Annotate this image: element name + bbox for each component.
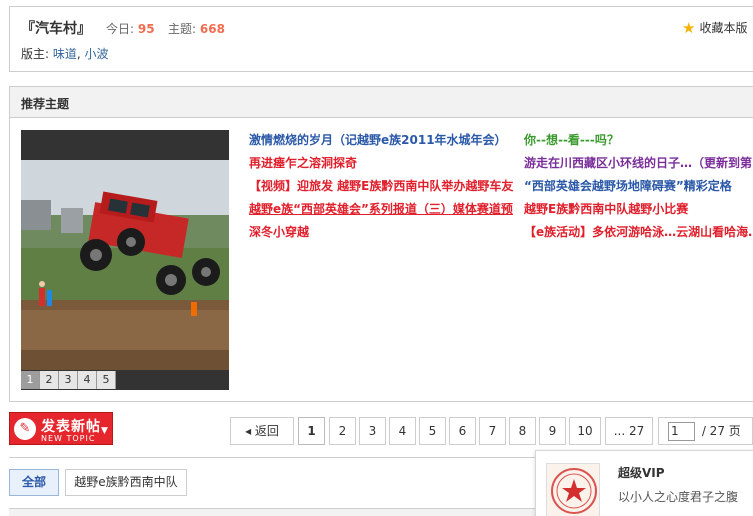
page-link-current[interactable]: 1 bbox=[298, 417, 325, 445]
list-item: 你--想--看---吗？ bbox=[524, 129, 753, 152]
recommended-title: 推荐主题 bbox=[10, 87, 753, 118]
list-item: “西部英雄会越野场地障碍赛”精彩定格 bbox=[524, 175, 753, 198]
avatar[interactable] bbox=[546, 463, 600, 516]
page-jump: 1 / 27 页 bbox=[658, 417, 753, 445]
page-link[interactable]: 3 bbox=[359, 417, 386, 445]
slide-dot[interactable]: 2 bbox=[40, 371, 59, 389]
moderators: 版主: 味道, 小波 bbox=[21, 45, 109, 62]
list-item: 【e族活动】多依河游哈泳…云湖山看哈海… bbox=[524, 221, 753, 244]
slider-pagination: 1 2 3 4 5 bbox=[21, 371, 116, 389]
favorite-label: 收藏本版 bbox=[699, 21, 748, 35]
list-item: 深冬小穿越 bbox=[249, 221, 513, 244]
topic-link[interactable]: 激情燃烧的岁月（记越野e族2011年水城年会） bbox=[249, 133, 507, 147]
today-label: 今日: bbox=[106, 22, 135, 36]
forum-header: 『汽车村』 今日: 95 主题: 668 版主: 味道, 小波 ★ 收藏本版 bbox=[9, 6, 753, 72]
page-link[interactable]: 6 bbox=[449, 417, 476, 445]
page-link[interactable]: 4 bbox=[389, 417, 416, 445]
filter-tag-tab[interactable]: 越野e族黔西南中队 bbox=[65, 469, 187, 496]
topic-link[interactable]: 你--想--看---吗？ bbox=[524, 133, 619, 147]
slide-dot[interactable]: 5 bbox=[97, 371, 116, 389]
page-link-last[interactable]: ... 27 bbox=[605, 417, 653, 445]
offroad-jeep-image bbox=[21, 160, 229, 370]
slide-dot[interactable]: 1 bbox=[21, 371, 40, 389]
page-link[interactable]: 10 bbox=[569, 417, 601, 445]
image-slider[interactable]: 1 2 3 4 5 bbox=[21, 130, 229, 390]
slide-dot[interactable]: 4 bbox=[78, 371, 97, 389]
user-card: 超级VIP 以小人之心度君子之腹 bbox=[535, 450, 753, 516]
favorite-button[interactable]: ★ 收藏本版 bbox=[682, 19, 747, 37]
divider bbox=[9, 457, 539, 458]
list-item: 再进瘗乍之溶洞探奇 bbox=[249, 152, 513, 175]
new-topic-label: 发表新帖 bbox=[41, 419, 101, 435]
list-item: 【视频】迎旅发 越野E族黔西南中队举办越野车友 bbox=[249, 175, 513, 198]
topics-count: 668 bbox=[199, 22, 225, 36]
chevron-down-icon: ▼ bbox=[101, 426, 108, 436]
today-count: 95 bbox=[137, 22, 155, 36]
topic-link[interactable]: 越野E族黔西南中队越野小比赛 bbox=[524, 202, 688, 216]
new-topic-button[interactable]: ✎ 发表新帖 NEW TOPIC ▼ bbox=[9, 412, 113, 445]
list-item: 游走在川西藏区小环线的日子…（更新到第 bbox=[524, 152, 753, 175]
user-level: 超级VIP bbox=[618, 466, 665, 480]
topic-link[interactable]: 【视频】迎旅发 越野E族黔西南中队举办越野车友 bbox=[249, 179, 513, 193]
list-item: 激情燃烧的岁月（记越野e族2011年水城年会） bbox=[249, 129, 513, 152]
topic-link[interactable]: 【e族活动】多依河游哈泳…云湖山看哈海… bbox=[524, 225, 753, 239]
page-input[interactable]: 1 bbox=[668, 422, 695, 441]
topic-link[interactable]: 再进瘗乍之溶洞探奇 bbox=[249, 156, 357, 170]
slider-photo[interactable] bbox=[21, 160, 229, 370]
topic-link[interactable]: 越野e族“西部英雄会”系列报道（三）媒体赛道预 bbox=[249, 202, 513, 216]
topic-link[interactable]: “西部英雄会越野场地障碍赛”精彩定格 bbox=[524, 179, 732, 193]
moderators-label: 版主: bbox=[21, 47, 50, 61]
page-link[interactable]: 9 bbox=[539, 417, 566, 445]
moderators-separator: , bbox=[76, 47, 81, 61]
page-link[interactable]: 5 bbox=[419, 417, 446, 445]
page-link[interactable]: 2 bbox=[329, 417, 356, 445]
pen-icon: ✎ bbox=[14, 418, 36, 440]
page-link[interactable]: 8 bbox=[509, 417, 536, 445]
thread-list-header bbox=[9, 508, 539, 516]
recommended-list-left: 激情燃烧的岁月（记越野e族2011年水城年会） 再进瘗乍之溶洞探奇 【视频】迎旅… bbox=[249, 129, 513, 244]
today-stat: 今日: 95 bbox=[106, 20, 155, 37]
back-arrow-icon: ◂ bbox=[245, 424, 252, 438]
list-item: 越野e族“西部英雄会”系列报道（三）媒体赛道预 bbox=[249, 198, 513, 221]
topics-stat: 主题: 668 bbox=[168, 20, 225, 37]
recommended-list-right: 你--想--看---吗？ 游走在川西藏区小环线的日子…（更新到第 “西部英雄会越… bbox=[524, 129, 753, 244]
list-item: 越野E族黔西南中队越野小比赛 bbox=[524, 198, 753, 221]
topic-link[interactable]: 游走在川西藏区小环线的日子…（更新到第 bbox=[524, 156, 752, 170]
page-total: / 27 页 bbox=[701, 424, 741, 438]
topics-label: 主题: bbox=[168, 22, 197, 36]
moderator-link[interactable]: 味道 bbox=[53, 47, 77, 61]
recommended-panel: 推荐主题 1 2 3 4 5 激情燃烧的岁月（记越野e族2011年水城年会） 再… bbox=[9, 86, 753, 402]
new-topic-sublabel: NEW TOPIC bbox=[41, 434, 96, 443]
topic-link[interactable]: 深冬小穿越 bbox=[249, 225, 309, 239]
page-link[interactable]: 7 bbox=[479, 417, 506, 445]
forum-title: 『汽车村』 bbox=[21, 21, 91, 37]
back-label: 返回 bbox=[254, 424, 279, 438]
moderator-link[interactable]: 小波 bbox=[85, 47, 109, 61]
back-button[interactable]: ◂ 返回 bbox=[230, 417, 294, 445]
user-signature: 以小人之心度君子之腹 bbox=[618, 490, 739, 504]
filter-all-tab[interactable]: 全部 bbox=[9, 469, 59, 496]
star-icon: ★ bbox=[682, 19, 696, 37]
slide-dot[interactable]: 3 bbox=[59, 371, 78, 389]
seal-avatar-icon bbox=[547, 464, 599, 516]
